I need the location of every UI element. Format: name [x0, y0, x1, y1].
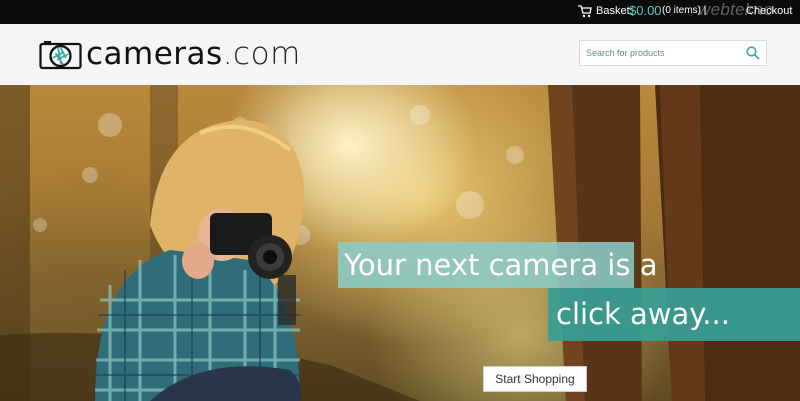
start-shopping-button[interactable]: Start Shopping [483, 366, 587, 392]
cart-icon[interactable] [578, 5, 592, 18]
checkout-link[interactable]: Checkout [746, 5, 792, 17]
logo-text: cameras.com [86, 36, 301, 72]
search-box [579, 40, 767, 66]
basket-total[interactable]: $0.00 [629, 3, 662, 18]
top-bar: Basket: $0.00 (0 items) | webtekno Check… [0, 0, 800, 24]
logo-tld: .com [222, 36, 301, 72]
hero-banner: Your next camera is a click away... Star… [0, 85, 800, 401]
basket-label: Basket: [596, 5, 633, 17]
hero-headline-line2: click away... [548, 288, 800, 341]
hero-headline-line1: Your next camera is a [338, 242, 657, 288]
camera-icon [39, 41, 82, 70]
logo-name: cameras [86, 36, 223, 72]
site-header: cameras.com [0, 24, 800, 85]
search-input[interactable] [586, 44, 736, 62]
site-logo[interactable]: cameras.com [39, 36, 300, 74]
search-icon[interactable] [746, 46, 760, 60]
